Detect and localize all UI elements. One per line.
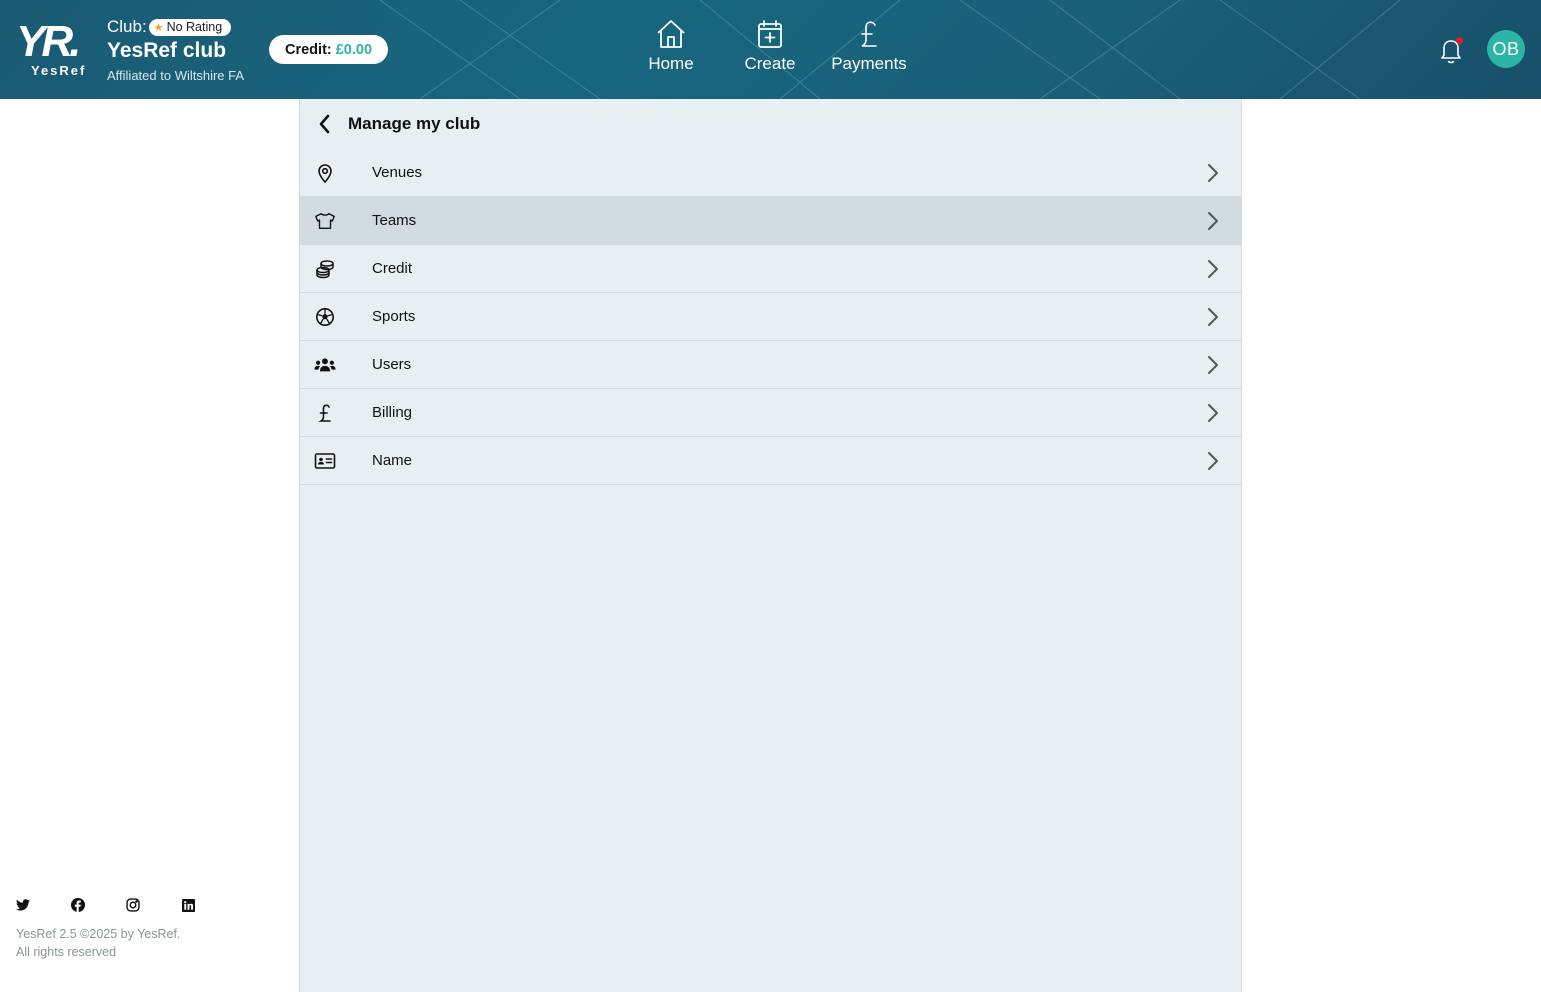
footer-copyright: YesRef 2.5 ©2025 by YesRef. All rights r… xyxy=(16,925,180,961)
menu-item-venues[interactable]: Venues xyxy=(300,149,1241,197)
menu-item-sports[interactable]: Sports xyxy=(300,293,1241,341)
club-info: Club: ★ No Rating YesRef club Affiliated… xyxy=(107,16,244,83)
menu-item-name[interactable]: Name xyxy=(300,437,1241,485)
chevron-right-icon xyxy=(1208,308,1218,326)
rating-badge: ★ No Rating xyxy=(148,18,232,36)
pound-icon xyxy=(861,21,877,47)
linkedin-icon[interactable] xyxy=(181,898,195,912)
chevron-right-icon xyxy=(1208,212,1218,230)
menu-item-label: Sports xyxy=(372,308,416,325)
notification-dot xyxy=(1456,37,1463,44)
chevron-right-icon xyxy=(1208,404,1218,422)
footer-line-2: All rights reserved xyxy=(16,945,117,959)
chevron-left-icon xyxy=(319,114,330,134)
instagram-icon[interactable] xyxy=(126,898,140,912)
menu-item-teams[interactable]: Teams xyxy=(300,197,1241,245)
home-icon xyxy=(657,20,685,48)
yesref-logo[interactable]: YR. YesRef xyxy=(16,20,96,79)
id-card-icon xyxy=(314,450,336,472)
top-header: YR. YesRef Club: ★ No Rating YesRef club… xyxy=(0,0,1541,99)
nav-create-label: Create xyxy=(744,54,796,73)
menu-item-label: Billing xyxy=(372,404,413,421)
rating-text: No Rating xyxy=(166,20,223,34)
manage-club-panel: Manage my club Venues Teams Credit Sport… xyxy=(299,99,1242,992)
chevron-right-icon xyxy=(1208,356,1218,374)
users-icon xyxy=(314,354,336,376)
twitter-icon[interactable] xyxy=(16,898,30,912)
club-name: YesRef club xyxy=(107,39,227,62)
chevron-right-icon xyxy=(1208,452,1218,470)
menu-item-label: Users xyxy=(372,356,412,373)
facebook-icon[interactable] xyxy=(71,898,85,912)
star-icon: ★ xyxy=(153,21,164,34)
pound-icon xyxy=(314,402,336,424)
nav-create[interactable]: Create xyxy=(720,18,820,74)
football-icon xyxy=(314,306,336,328)
menu-item-credit[interactable]: Credit xyxy=(300,245,1241,293)
nav-home[interactable]: Home xyxy=(621,18,721,74)
avatar[interactable]: OB xyxy=(1487,30,1525,68)
menu-item-label: Name xyxy=(372,452,413,469)
menu-item-users[interactable]: Users xyxy=(300,341,1241,389)
credit-pill[interactable]: Credit: £0.00 xyxy=(269,35,389,64)
back-button[interactable] xyxy=(314,113,336,135)
coins-icon xyxy=(314,258,336,280)
map-pin-icon xyxy=(314,162,336,184)
menu-item-label: Teams xyxy=(372,212,417,229)
credit-label: Credit: xyxy=(285,41,332,58)
page-title: Manage my club xyxy=(348,114,481,133)
club-affiliation: Affiliated to Wiltshire FA xyxy=(107,68,245,83)
logo-wordmark: YesRef xyxy=(31,63,87,78)
credit-amount: £0.00 xyxy=(335,41,373,58)
panel-header: Manage my club xyxy=(300,99,1241,149)
chevron-right-icon xyxy=(1208,260,1218,278)
social-links xyxy=(16,898,236,912)
menu-item-label: Credit xyxy=(372,260,413,277)
nav-payments-label: Payments xyxy=(831,54,907,73)
menu-item-label: Venues xyxy=(372,164,423,181)
nav-home-label: Home xyxy=(648,54,694,73)
shirt-icon xyxy=(314,210,336,232)
club-label: Club: xyxy=(107,17,147,36)
menu-item-billing[interactable]: Billing xyxy=(300,389,1241,437)
calendar-plus-icon xyxy=(758,20,782,48)
nav-payments[interactable]: Payments xyxy=(819,18,919,74)
footer-line-1: YesRef 2.5 ©2025 by YesRef. xyxy=(16,927,181,941)
chevron-right-icon xyxy=(1208,164,1218,182)
